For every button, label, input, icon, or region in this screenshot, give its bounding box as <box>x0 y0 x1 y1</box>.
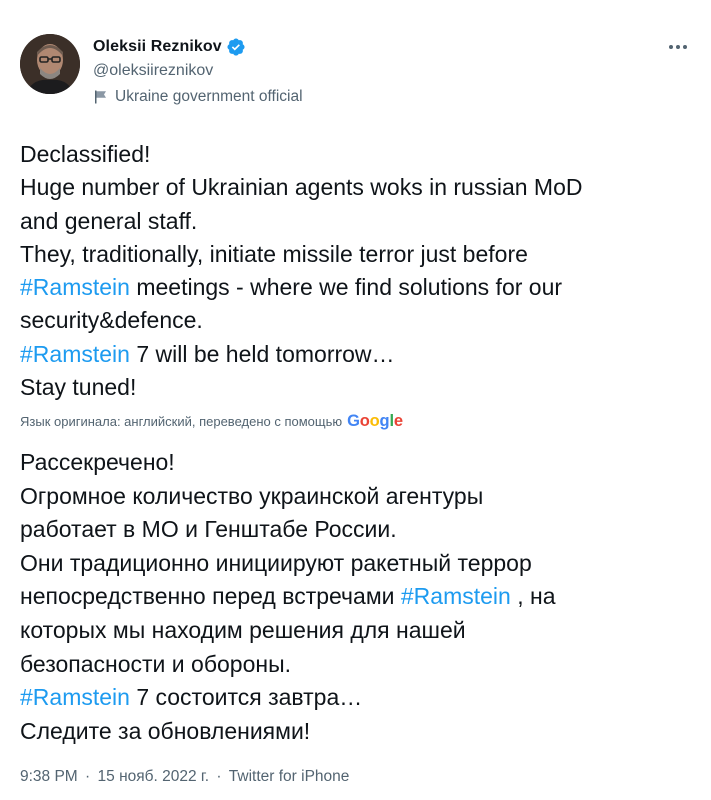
tweet-text-segment: They, traditionally, initiate missile te… <box>20 240 528 267</box>
translation-note-text: Язык оригинала: английский, переведено с… <box>20 414 343 429</box>
tweet-line: #Ramstein 7 will be held tomorrow… <box>20 338 700 371</box>
author-block: Oleksii Reznikov @oleksiireznikov Ukrain… <box>93 36 303 106</box>
translated-text-segment: 7 состоится завтра… <box>129 684 363 711</box>
avatar-portrait <box>20 34 80 94</box>
translated-line: Рассекречено! <box>20 446 700 480</box>
meta-separator: · <box>85 768 91 785</box>
tweet-meta: 9:38 PM · 15 нояб. 2022 г. · Twitter for… <box>20 768 349 786</box>
translated-line: которых мы находим решения для нашей <box>20 614 700 648</box>
translated-text-segment: Они традиционно инициируют ракетный терр… <box>20 549 532 576</box>
hashtag-link[interactable]: #Ramstein <box>20 274 130 300</box>
translated-line: безопасности и обороны. <box>20 648 700 682</box>
hashtag-link[interactable]: #Ramstein <box>20 341 130 367</box>
avatar[interactable] <box>20 34 80 94</box>
google-logo-letter: g <box>379 412 390 430</box>
google-logo-letter: o <box>369 412 380 430</box>
translated-text-segment: Огромное количество украинской агентуры <box>20 482 484 509</box>
translated-line: Следите за обновлениями! <box>20 715 700 749</box>
translated-text-segment: безопасности и обороны. <box>20 650 291 677</box>
tweet-text-segment: security&defence. <box>20 307 203 334</box>
translated-text-segment: Следите за обновлениями! <box>20 717 311 744</box>
more-options-button[interactable] <box>663 36 693 58</box>
tweet-line: They, traditionally, initiate missile te… <box>20 238 700 271</box>
tweet-text-segment: Huge number of Ukrainian agents woks in … <box>20 174 583 201</box>
tweet-line: Stay tuned! <box>20 371 700 404</box>
translated-line: #Ramstein 7 состоится завтра… <box>20 681 700 715</box>
tweet-line: Declassified! <box>20 138 700 171</box>
meta-separator: · <box>216 768 222 785</box>
tweet-line: security&defence. <box>20 304 700 337</box>
tweet-text-segment: Stay tuned! <box>20 374 137 401</box>
translated-text-segment: которых мы находим решения для нашей <box>20 616 466 643</box>
tweet-source[interactable]: Twitter for iPhone <box>229 768 350 785</box>
tweet: Oleksii Reznikov @oleksiireznikov Ukrain… <box>0 0 711 800</box>
tweet-time[interactable]: 9:38 PM <box>20 768 78 785</box>
translated-text-segment: непосредственно перед встречами <box>20 583 401 610</box>
translation-note: Язык оригинала: английский, переведено с… <box>20 412 403 431</box>
translated-text-segment: работает в МО и Генштабе России. <box>20 516 397 543</box>
author-handle[interactable]: @oleksiireznikov <box>93 62 303 80</box>
translated-text-segment: Рассекречено! <box>20 449 175 475</box>
tweet-text-segment: and general staff. <box>20 207 198 234</box>
tweet-text-segment: 7 will be held tomorrow… <box>129 340 395 367</box>
government-label-text: Ukraine government official <box>115 88 303 105</box>
tweet-text: Declassified! Huge number of Ukrainian ag… <box>20 138 700 404</box>
translated-line: Огромное количество украинской агентуры <box>20 480 700 514</box>
government-label: Ukraine government official <box>93 88 303 106</box>
tweet-text-segment: meetings - where we find solutions for o… <box>129 274 563 301</box>
translated-text: Рассекречено! Огромное количество украинс… <box>20 446 700 748</box>
tweet-text-segment: Declassified! <box>20 141 151 167</box>
translated-line: Они традиционно инициируют ракетный терр… <box>20 547 700 581</box>
google-logo-letter: o <box>359 412 370 430</box>
tweet-date[interactable]: 15 нояб. 2022 г. <box>98 768 209 785</box>
hashtag-link[interactable]: #Ramstein <box>20 684 130 710</box>
author-name[interactable]: Oleksii Reznikov <box>93 38 222 56</box>
name-row: Oleksii Reznikov <box>93 36 303 58</box>
translated-text-segment: , на <box>510 583 556 610</box>
verified-badge-icon <box>226 37 246 57</box>
google-logo: Google <box>347 412 403 431</box>
more-options-icon <box>668 44 688 50</box>
tweet-line: and general staff. <box>20 205 700 238</box>
government-flag-icon <box>93 89 109 105</box>
translated-line: непосредственно перед встречами #Ramstei… <box>20 580 700 614</box>
google-logo-letter: e <box>393 412 403 430</box>
tweet-line: Huge number of Ukrainian agents woks in … <box>20 171 700 204</box>
google-logo-letter: G <box>347 412 360 430</box>
translated-line: работает в МО и Генштабе России. <box>20 513 700 547</box>
tweet-line: #Ramstein meetings - where we find solut… <box>20 271 700 304</box>
hashtag-link[interactable]: #Ramstein <box>401 583 511 609</box>
